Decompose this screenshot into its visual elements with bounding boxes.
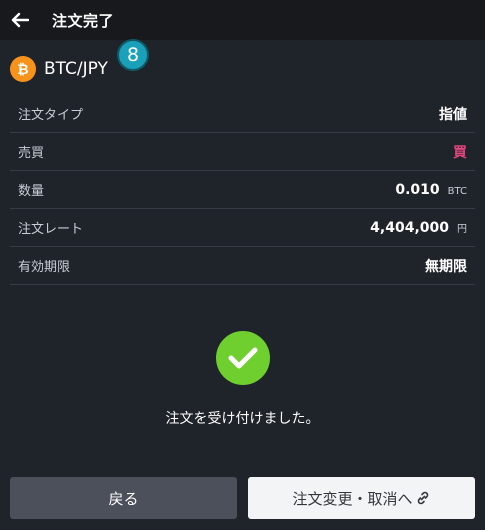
back-button[interactable]: 戻る (10, 477, 237, 519)
change-cancel-button[interactable]: 注文変更・取消へ (248, 477, 475, 519)
step-number-badge: 8 (117, 39, 149, 71)
header-bar: 注文完了 (0, 0, 485, 40)
detail-row-order-type: 注文タイプ 指値 (10, 95, 475, 133)
side-value: 買 (453, 144, 467, 161)
detail-row-side: 売買 買 (10, 133, 475, 171)
currency-pair: ₿ BTC/JPY (10, 54, 108, 84)
quantity-value: 0.010 BTC (395, 181, 467, 198)
pair-label: BTC/JPY (44, 59, 108, 79)
order-details: 注文タイプ 指値 売買 買 数量 0.010 BTC 注文レート 4,404,0… (10, 95, 475, 285)
expiry-value: 無期限 (425, 258, 467, 275)
rate-unit: 円 (457, 223, 467, 235)
rate-value: 4,404,000 円 (370, 219, 467, 236)
back-button-label: 戻る (108, 489, 139, 508)
back-arrow-button[interactable] (2, 0, 38, 40)
detail-row-rate: 注文レート 4,404,000 円 (10, 209, 475, 247)
order-type-value: 指値 (439, 106, 467, 123)
arrow-left-icon (11, 12, 29, 28)
detail-row-expiry: 有効期限 無期限 (10, 247, 475, 285)
check-circle-icon (216, 331, 270, 385)
side-label: 売買 (18, 146, 45, 161)
completion-message: 注文を受け付けました。 (165, 411, 320, 427)
rate-label: 注文レート (18, 222, 84, 237)
expiry-label: 有効期限 (18, 260, 71, 275)
quantity-label: 数量 (18, 184, 45, 199)
detail-row-quantity: 数量 0.010 BTC (10, 171, 475, 209)
svg-text:₿: ₿ (17, 62, 28, 77)
page-title: 注文完了 (52, 11, 115, 30)
order-type-label: 注文タイプ (18, 108, 84, 123)
bitcoin-icon: ₿ (10, 56, 36, 82)
quantity-unit: BTC (447, 185, 467, 197)
link-icon (415, 490, 431, 506)
change-cancel-button-label: 注文変更・取消へ (292, 489, 413, 508)
